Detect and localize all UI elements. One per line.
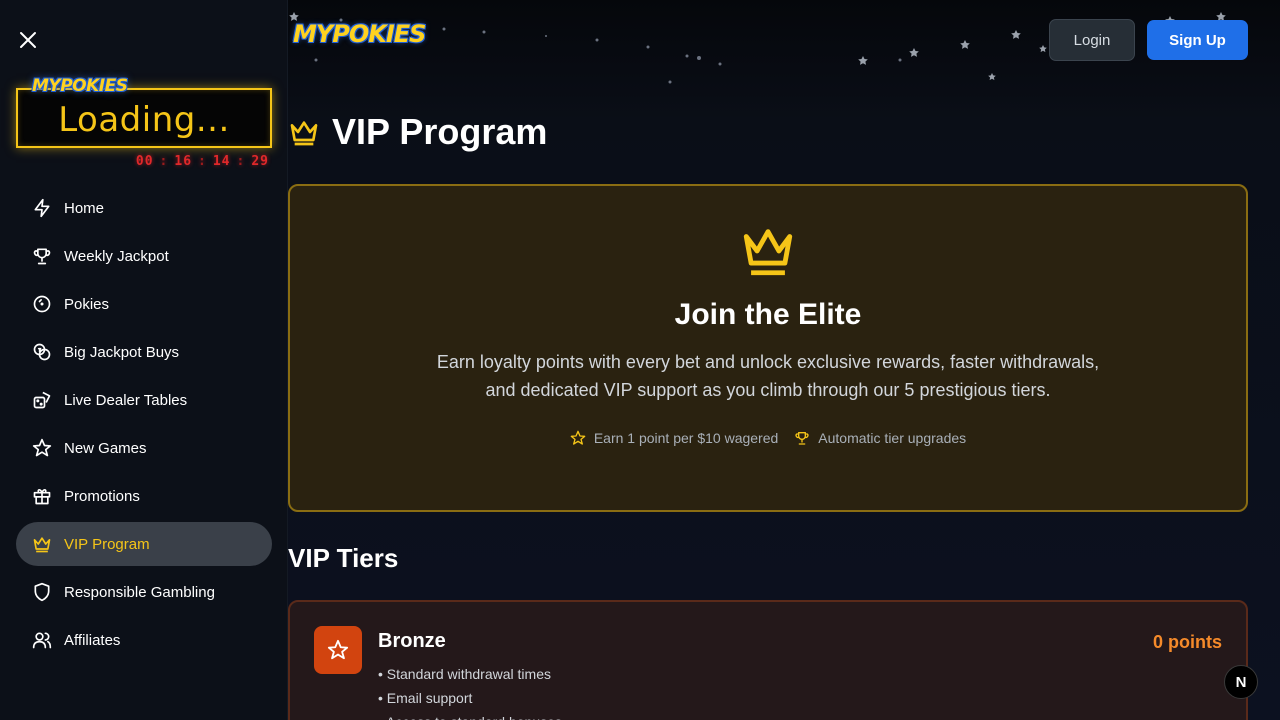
shield-icon xyxy=(32,582,52,602)
feature-points: Earn 1 point per $10 wagered xyxy=(570,430,778,446)
elite-title: Join the Elite xyxy=(674,298,862,331)
sidebar-item-label: Affiliates xyxy=(64,631,121,649)
sidebar-item-responsible-gambling[interactable]: Responsible Gambling xyxy=(16,570,272,614)
tier-badge xyxy=(314,626,362,674)
sidebar-item-pokies[interactable]: Pokies xyxy=(16,282,272,326)
sidebar-item-vip-program[interactable]: VIP Program xyxy=(16,522,272,566)
timer-hours: 16 xyxy=(174,154,193,169)
star-icon xyxy=(32,438,52,458)
dice-icon xyxy=(32,390,52,410)
login-button[interactable]: Login xyxy=(1049,19,1135,61)
timer-days: 00 xyxy=(135,154,154,169)
sidebar-item-label: Promotions xyxy=(64,487,140,505)
jackpot-logo: MYPOKIES xyxy=(32,76,128,96)
sidebar-item-weekly-jackpot[interactable]: Weekly Jackpot xyxy=(16,234,272,278)
elite-features: Earn 1 point per $10 wagered Automatic t… xyxy=(570,430,966,446)
sidebar-item-label: Responsible Gambling xyxy=(64,583,215,601)
tier-benefit: • Access to standard bonuses xyxy=(378,710,562,720)
crown-icon xyxy=(743,229,793,276)
jackpot-loading-text: Loading... xyxy=(58,100,230,140)
sidebar-item-label: Weekly Jackpot xyxy=(64,247,169,265)
sidebar-item-label: Home xyxy=(64,199,105,217)
sidebar-item-label: Big Jackpot Buys xyxy=(64,343,180,361)
page-title: VIP Program xyxy=(332,111,548,152)
tier-benefit: • Standard withdrawal times xyxy=(378,666,551,682)
feature-label: Earn 1 point per $10 wagered xyxy=(593,430,779,446)
tier-points: 0 points xyxy=(1152,632,1222,652)
sidebar-item-home[interactable]: Home xyxy=(16,186,272,230)
trophy-icon xyxy=(795,432,809,445)
sidebar-item-label: Live Dealer Tables xyxy=(64,391,188,409)
sidebar-item-label: VIP Program xyxy=(64,535,150,553)
tier-benefit: • Email support xyxy=(378,690,473,706)
sidebar: MYPOKIES Loading... 00 : 16 : 14 : 29 Ho… xyxy=(0,0,288,720)
elite-description: Earn loyalty points with every bet and u… xyxy=(436,352,1100,400)
sidebar-item-big-jackpot-buys[interactable]: Big Jackpot Buys xyxy=(16,330,272,374)
star-icon xyxy=(570,430,586,445)
sidebar-item-label: New Games xyxy=(64,439,147,457)
coins-icon xyxy=(32,342,52,362)
jackpot-timer: 00 : 16 : 14 : 29 xyxy=(135,154,269,169)
sidebar-item-new-games[interactable]: New Games xyxy=(16,426,272,470)
tier-name: Bronze xyxy=(378,630,446,652)
tier-card-bronze: Bronze 0 points • Standard withdrawal ti… xyxy=(288,600,1248,720)
timer-seconds: 29 xyxy=(251,154,269,169)
timer-minutes: 14 xyxy=(212,154,231,169)
elite-card: Join the Elite Earn loyalty points with … xyxy=(288,184,1248,512)
sidebar-item-promotions[interactable]: Promotions xyxy=(16,474,272,518)
star-icon xyxy=(327,639,349,660)
crown-icon xyxy=(290,121,318,146)
page-header: VIP Program xyxy=(288,110,547,154)
main-content: MYPOKIES Login Sign Up VIP Program Join … xyxy=(288,0,1280,720)
gift-icon xyxy=(32,486,52,506)
signup-button[interactable]: Sign Up xyxy=(1147,20,1248,60)
users-icon xyxy=(32,630,52,650)
trophy-icon xyxy=(32,246,52,266)
nextjs-badge[interactable]: N xyxy=(1224,665,1258,699)
pokies-icon xyxy=(32,294,52,314)
sidebar-nav: Home Weekly Jackpot Pokies Big Jackpot B… xyxy=(16,186,272,666)
tier-benefits: • Standard withdrawal times • Email supp… xyxy=(378,662,562,720)
lightning-icon xyxy=(32,198,52,218)
feature-upgrades: Automatic tier upgrades xyxy=(794,430,966,446)
close-icon xyxy=(20,32,36,48)
vip-tiers-title: VIP Tiers xyxy=(288,543,399,573)
crown-icon xyxy=(32,534,52,554)
brand-logo[interactable]: MYPOKIES xyxy=(293,20,426,48)
feature-label: Automatic tier upgrades xyxy=(818,430,967,446)
close-sidebar-button[interactable] xyxy=(16,28,40,52)
sidebar-item-live-dealer-tables[interactable]: Live Dealer Tables xyxy=(16,378,272,422)
sidebar-item-label: Pokies xyxy=(64,295,110,313)
sidebar-item-affiliates[interactable]: Affiliates xyxy=(16,618,272,662)
